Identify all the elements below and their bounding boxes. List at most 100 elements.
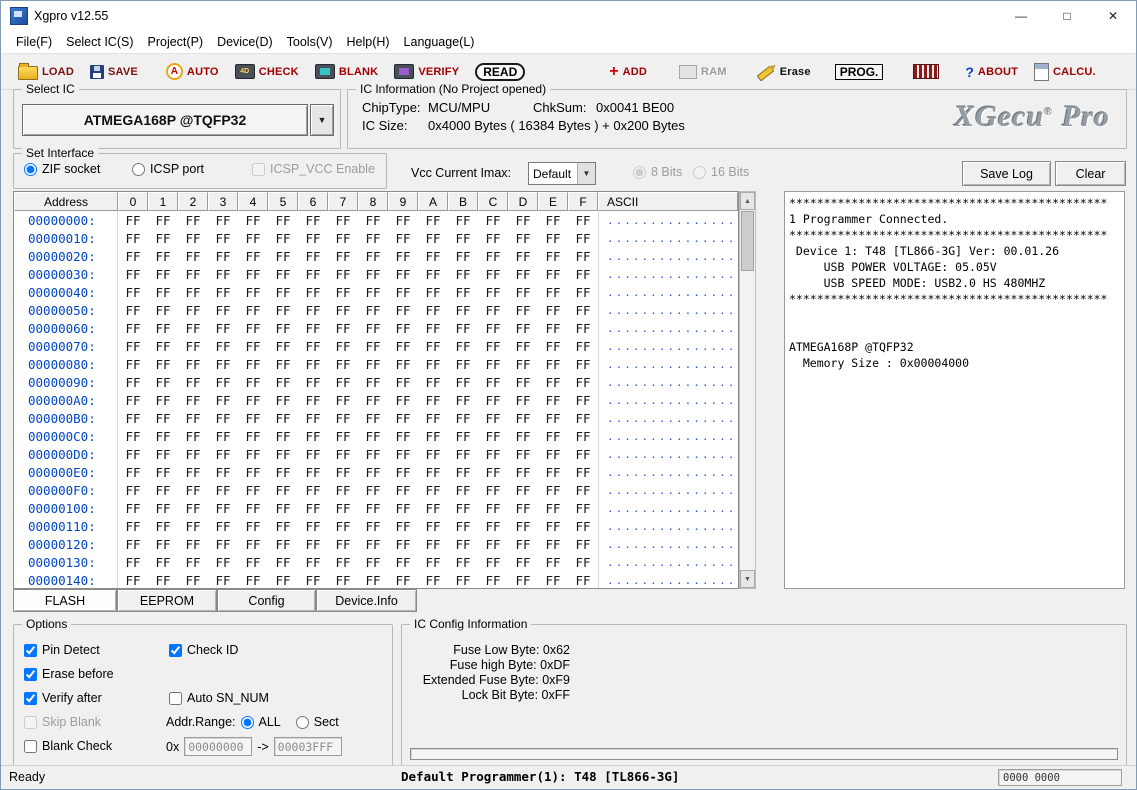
hex-byte[interactable]: FF — [268, 571, 298, 589]
hex-byte[interactable]: FF — [358, 319, 388, 337]
menu-item-device[interactable]: Device(D) — [210, 33, 280, 51]
hex-byte[interactable]: FF — [358, 409, 388, 427]
hex-row[interactable]: 00000110:FFFFFFFFFFFFFFFFFFFFFFFFFFFFFFF… — [14, 517, 738, 535]
hex-byte[interactable]: FF — [508, 229, 538, 247]
icsp-port-radio[interactable]: ICSP port — [132, 162, 204, 176]
hex-byte[interactable]: FF — [358, 355, 388, 373]
hex-byte[interactable]: FF — [208, 337, 238, 355]
hex-byte[interactable]: FF — [268, 445, 298, 463]
hex-byte[interactable]: FF — [388, 409, 418, 427]
hex-byte[interactable]: FF — [208, 247, 238, 265]
hex-byte[interactable]: FF — [118, 337, 148, 355]
hex-byte[interactable]: FF — [448, 355, 478, 373]
hex-byte[interactable]: FF — [478, 265, 508, 283]
hex-byte[interactable]: FF — [508, 247, 538, 265]
hex-byte[interactable]: FF — [178, 499, 208, 517]
hex-byte[interactable]: FF — [478, 463, 508, 481]
hex-byte[interactable]: FF — [418, 481, 448, 499]
hex-row[interactable]: 000000E0:FFFFFFFFFFFFFFFFFFFFFFFFFFFFFFF… — [14, 463, 738, 481]
hex-byte[interactable]: FF — [178, 319, 208, 337]
hex-byte[interactable]: FF — [508, 283, 538, 301]
hex-byte[interactable]: FF — [418, 283, 448, 301]
hex-byte[interactable]: FF — [328, 337, 358, 355]
vcc-current-select[interactable]: Default ▼ — [528, 162, 596, 185]
hex-byte[interactable]: FF — [238, 337, 268, 355]
hex-byte[interactable]: FF — [538, 553, 568, 571]
hex-byte[interactable]: FF — [298, 445, 328, 463]
hex-byte[interactable]: FF — [238, 355, 268, 373]
hex-byte[interactable]: FF — [418, 535, 448, 553]
hex-byte[interactable]: FF — [478, 373, 508, 391]
hex-byte[interactable]: FF — [388, 229, 418, 247]
hex-byte[interactable]: FF — [538, 391, 568, 409]
hex-byte[interactable]: FF — [568, 409, 598, 427]
hex-byte[interactable]: FF — [148, 229, 178, 247]
pin-detect-checkbox-input[interactable] — [24, 644, 37, 657]
hex-byte[interactable]: FF — [148, 535, 178, 553]
hex-byte[interactable]: FF — [568, 301, 598, 319]
hex-byte[interactable]: FF — [118, 481, 148, 499]
hex-row[interactable]: 00000130:FFFFFFFFFFFFFFFFFFFFFFFFFFFFFFF… — [14, 553, 738, 571]
hex-byte[interactable]: FF — [268, 499, 298, 517]
hex-byte[interactable]: FF — [418, 445, 448, 463]
hex-byte[interactable]: FF — [208, 265, 238, 283]
hex-byte[interactable]: FF — [508, 265, 538, 283]
hex-byte[interactable]: FF — [118, 373, 148, 391]
hex-byte[interactable]: FF — [118, 427, 148, 445]
hex-byte[interactable]: FF — [568, 391, 598, 409]
auto-button[interactable]: A AUTO — [161, 59, 224, 84]
hex-byte[interactable]: FF — [388, 283, 418, 301]
zif-socket-radio[interactable]: ZIF socket — [24, 162, 100, 176]
hex-byte[interactable]: FF — [358, 337, 388, 355]
hex-byte[interactable]: FF — [568, 247, 598, 265]
hex-byte[interactable]: FF — [118, 247, 148, 265]
hex-byte[interactable]: FF — [538, 265, 568, 283]
hex-byte[interactable]: FF — [148, 481, 178, 499]
hex-byte[interactable]: FF — [388, 391, 418, 409]
hex-byte[interactable]: FF — [478, 301, 508, 319]
hex-byte[interactable]: FF — [358, 265, 388, 283]
minimize-button[interactable]: — — [998, 1, 1044, 31]
hex-row[interactable]: 00000030:FFFFFFFFFFFFFFFFFFFFFFFFFFFFFFF… — [14, 265, 738, 283]
menu-item-project[interactable]: Project(P) — [141, 33, 211, 51]
hex-byte[interactable]: FF — [388, 481, 418, 499]
hex-byte[interactable]: FF — [358, 517, 388, 535]
hex-byte[interactable]: FF — [298, 355, 328, 373]
hex-byte[interactable]: FF — [418, 571, 448, 589]
hex-byte[interactable]: FF — [538, 319, 568, 337]
hex-row[interactable]: 00000140:FFFFFFFFFFFFFFFFFFFFFFFFFFFFFFF… — [14, 571, 738, 589]
hex-byte[interactable]: FF — [268, 283, 298, 301]
hex-byte[interactable]: FF — [478, 535, 508, 553]
hex-byte[interactable]: FF — [478, 517, 508, 535]
hex-byte[interactable]: FF — [298, 283, 328, 301]
hex-byte[interactable]: FF — [478, 247, 508, 265]
hex-byte[interactable]: FF — [538, 283, 568, 301]
hex-byte[interactable]: FF — [238, 427, 268, 445]
erase-before-checkbox[interactable]: Erase before — [24, 667, 114, 681]
hex-byte[interactable]: FF — [448, 571, 478, 589]
hex-byte[interactable]: FF — [388, 445, 418, 463]
hex-byte[interactable]: FF — [148, 409, 178, 427]
hex-byte[interactable]: FF — [178, 445, 208, 463]
blank-check-checkbox[interactable]: Blank Check — [24, 739, 112, 753]
auto-sn-checkbox-input[interactable] — [169, 692, 182, 705]
hex-byte[interactable]: FF — [178, 409, 208, 427]
hex-byte[interactable]: FF — [118, 211, 148, 229]
hex-byte[interactable]: FF — [328, 247, 358, 265]
hex-byte[interactable]: FF — [508, 517, 538, 535]
scroll-down-icon[interactable]: ▼ — [740, 570, 755, 588]
hex-byte[interactable]: FF — [538, 211, 568, 229]
hex-byte[interactable]: FF — [568, 553, 598, 571]
skip-blank-checkbox[interactable]: Skip Blank — [24, 715, 101, 729]
tab-eeprom[interactable]: EEPROM — [117, 589, 217, 612]
hex-byte[interactable]: FF — [208, 391, 238, 409]
hex-byte[interactable]: FF — [508, 373, 538, 391]
hex-byte[interactable]: FF — [418, 265, 448, 283]
hex-byte[interactable]: FF — [298, 319, 328, 337]
hex-byte[interactable]: FF — [328, 499, 358, 517]
scroll-up-icon[interactable]: ▲ — [740, 192, 755, 210]
hex-byte[interactable]: FF — [238, 301, 268, 319]
erase-before-checkbox-input[interactable] — [24, 668, 37, 681]
hex-byte[interactable]: FF — [238, 211, 268, 229]
hex-byte[interactable]: FF — [478, 409, 508, 427]
